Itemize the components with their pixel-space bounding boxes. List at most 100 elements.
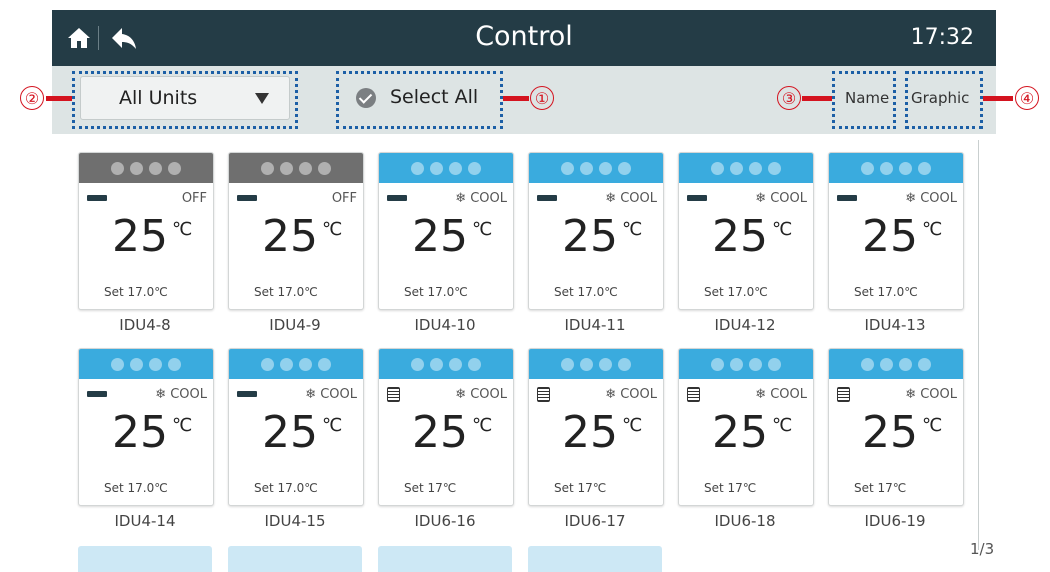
callout-number-2: ② bbox=[20, 86, 44, 110]
unit-card[interactable]: ❄ COOL 25 ℃ Set 17.0℃ bbox=[228, 348, 364, 506]
unit-card-partial[interactable] bbox=[228, 546, 362, 572]
mode-label: ❄ COOL bbox=[155, 387, 207, 402]
warning-icon bbox=[111, 357, 124, 371]
set-temperature: Set 17.0℃ bbox=[704, 285, 768, 299]
fan-speed-icon bbox=[237, 195, 257, 201]
callout-number-1: ① bbox=[530, 86, 554, 110]
unit-card[interactable]: ❄ COOL 25 ℃ Set 17.0℃ bbox=[378, 152, 514, 310]
lock-icon bbox=[149, 357, 162, 371]
unit-card[interactable]: ❄ COOL 25 ℃ Set 17℃ bbox=[678, 348, 814, 506]
callout-box-select-all bbox=[336, 71, 503, 129]
louver-icon bbox=[837, 387, 850, 402]
room-temperature: 25 bbox=[112, 211, 168, 262]
set-temperature: Set 17℃ bbox=[554, 481, 607, 495]
temperature-unit: ℃ bbox=[472, 219, 493, 240]
unit-card-partial[interactable] bbox=[378, 546, 512, 572]
louver-icon bbox=[537, 387, 550, 402]
room-temperature: 25 bbox=[412, 211, 468, 262]
timer-icon bbox=[430, 161, 443, 175]
room-temperature: 25 bbox=[562, 211, 618, 262]
temperature-unit: ℃ bbox=[622, 415, 643, 436]
unit-card[interactable]: OFF 25 ℃ Set 17.0℃ bbox=[78, 152, 214, 310]
unit-card-partial[interactable] bbox=[528, 546, 662, 572]
unit-card[interactable]: ❄ COOL 25 ℃ Set 17.0℃ bbox=[678, 152, 814, 310]
temperature-unit: ℃ bbox=[472, 415, 493, 436]
status-icons-bar bbox=[679, 349, 813, 379]
refresh-icon bbox=[618, 161, 631, 175]
refresh-icon bbox=[318, 161, 331, 175]
unit-card[interactable]: ❄ COOL 25 ℃ Set 17.0℃ bbox=[528, 152, 664, 310]
room-temperature: 25 bbox=[262, 211, 318, 262]
status-icons-bar bbox=[229, 153, 363, 183]
warning-icon bbox=[561, 357, 574, 371]
mode-label: ❄ COOL bbox=[905, 387, 957, 402]
warning-icon bbox=[261, 357, 274, 371]
callout-box-name bbox=[832, 71, 896, 129]
page-indicator: 1/3 bbox=[970, 540, 995, 558]
room-temperature: 25 bbox=[862, 211, 918, 262]
temperature-unit: ℃ bbox=[922, 415, 943, 436]
temperature-unit: ℃ bbox=[622, 219, 643, 240]
timer-icon bbox=[280, 161, 293, 175]
mode-label: OFF bbox=[331, 191, 357, 206]
temperature-unit: ℃ bbox=[772, 415, 793, 436]
warning-icon bbox=[861, 161, 874, 175]
set-temperature: Set 17.0℃ bbox=[854, 285, 918, 299]
refresh-icon bbox=[768, 161, 781, 175]
temperature-unit: ℃ bbox=[172, 219, 193, 240]
lock-icon bbox=[449, 161, 462, 175]
mode-label: OFF bbox=[181, 191, 207, 206]
lock-icon bbox=[599, 357, 612, 371]
louver-icon bbox=[687, 387, 700, 402]
status-icons-bar bbox=[79, 349, 213, 379]
set-temperature: Set 17.0℃ bbox=[104, 285, 168, 299]
unit-card[interactable]: OFF 25 ℃ Set 17.0℃ bbox=[228, 152, 364, 310]
set-temperature: Set 17.0℃ bbox=[554, 285, 618, 299]
refresh-icon bbox=[168, 161, 181, 175]
top-bar: Control 17:32 bbox=[52, 10, 996, 66]
lock-icon bbox=[149, 161, 162, 175]
unit-card[interactable]: ❄ COOL 25 ℃ Set 17℃ bbox=[828, 348, 964, 506]
callout-box-dropdown bbox=[72, 71, 298, 129]
refresh-icon bbox=[918, 357, 931, 371]
warning-icon bbox=[261, 161, 274, 175]
mode-label: ❄ COOL bbox=[605, 387, 657, 402]
set-temperature: Set 17.0℃ bbox=[404, 285, 468, 299]
warning-icon bbox=[861, 357, 874, 371]
room-temperature: 25 bbox=[112, 407, 168, 458]
unit-name: IDU6-17 bbox=[564, 512, 626, 530]
clock: 17:32 bbox=[910, 25, 974, 50]
unit-name: IDU6-18 bbox=[714, 512, 776, 530]
mode-label: ❄ COOL bbox=[755, 191, 807, 206]
status-icons-bar bbox=[529, 153, 663, 183]
lock-icon bbox=[449, 357, 462, 371]
room-temperature: 25 bbox=[262, 407, 318, 458]
set-temperature: Set 17.0℃ bbox=[104, 481, 168, 495]
set-temperature: Set 17℃ bbox=[404, 481, 457, 495]
lock-icon bbox=[299, 357, 312, 371]
unit-card[interactable]: ❄ COOL 25 ℃ Set 17℃ bbox=[378, 348, 514, 506]
unit-name: IDU4-9 bbox=[269, 316, 321, 334]
fan-speed-icon bbox=[537, 195, 557, 201]
unit-card-partial[interactable] bbox=[78, 546, 212, 572]
lock-icon bbox=[599, 161, 612, 175]
lock-icon bbox=[749, 357, 762, 371]
warning-icon bbox=[711, 161, 724, 175]
room-temperature: 25 bbox=[562, 407, 618, 458]
timer-icon bbox=[580, 161, 593, 175]
callout-line-4 bbox=[983, 96, 1013, 101]
warning-icon bbox=[111, 161, 124, 175]
mode-label: ❄ COOL bbox=[455, 191, 507, 206]
status-icons-bar bbox=[679, 153, 813, 183]
unit-card[interactable]: ❄ COOL 25 ℃ Set 17.0℃ bbox=[828, 152, 964, 310]
fan-speed-icon bbox=[687, 195, 707, 201]
timer-icon bbox=[880, 357, 893, 371]
unit-card[interactable]: ❄ COOL 25 ℃ Set 17.0℃ bbox=[78, 348, 214, 506]
timer-icon bbox=[880, 161, 893, 175]
unit-card[interactable]: ❄ COOL 25 ℃ Set 17℃ bbox=[528, 348, 664, 506]
status-icons-bar bbox=[829, 153, 963, 183]
louver-icon bbox=[387, 387, 400, 402]
refresh-icon bbox=[168, 357, 181, 371]
unit-name: IDU6-19 bbox=[864, 512, 926, 530]
scrollbar[interactable] bbox=[978, 140, 979, 550]
